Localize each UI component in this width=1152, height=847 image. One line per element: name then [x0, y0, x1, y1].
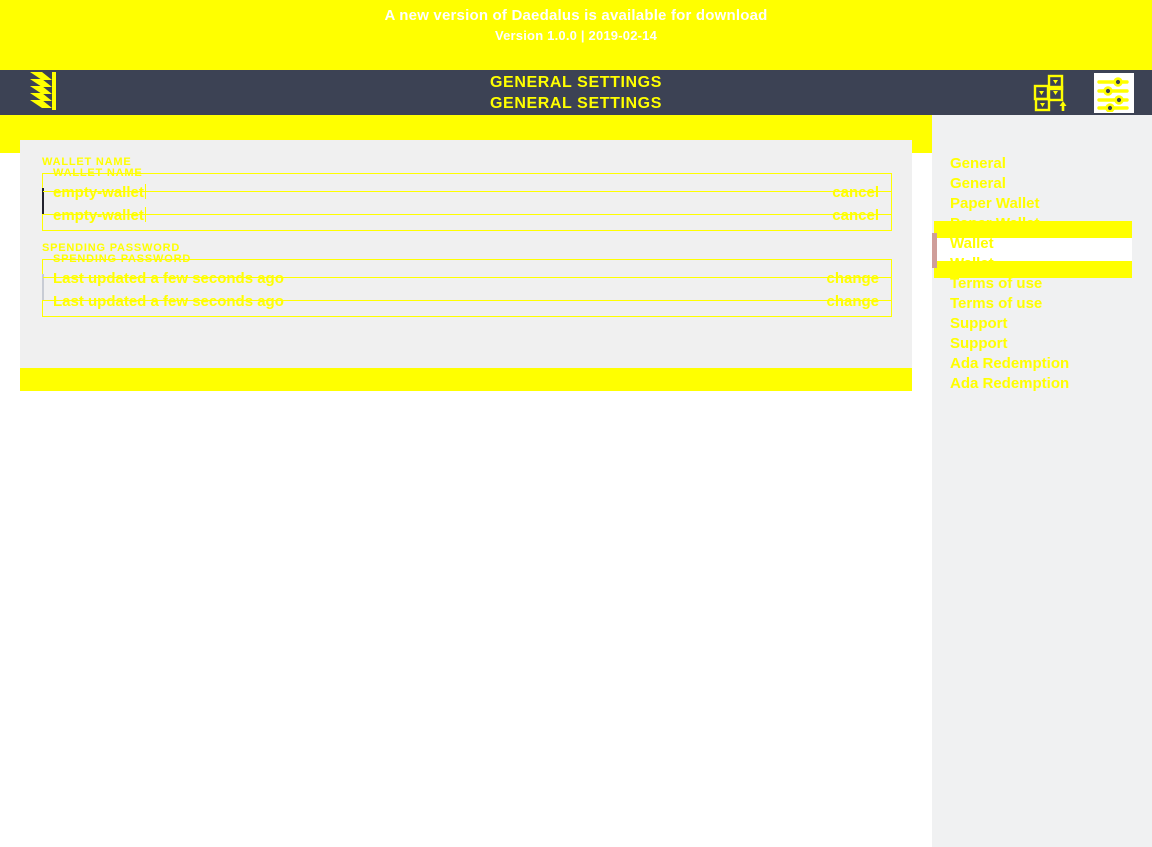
- sidebar-item-terms-of-use[interactable]: Terms of use Terms of use: [932, 273, 1152, 313]
- wallet-name-label-echo: WALLET NAME: [53, 167, 143, 179]
- page-title-echo: GENERAL SETTINGS: [490, 94, 662, 112]
- top-navigation-bar: GENERAL SETTINGS GENERAL SETTINGS: [0, 70, 1152, 115]
- wallet-name-rule-bottom: [43, 214, 891, 215]
- wallet-name-field-block: WALLET NAME WALLET NAME empty-wallet emp…: [42, 152, 892, 231]
- spending-password-change-button[interactable]: change: [826, 269, 879, 289]
- sidebar-item-ada-redemption-label-echo: Ada Redemption: [950, 375, 1070, 392]
- sidebar-item-wallet[interactable]: Wallet Wallet: [932, 221, 1152, 278]
- sidebar-item-support[interactable]: Support Support: [932, 313, 1152, 353]
- sidebar-item-terms-of-use-label: Terms of use: [950, 275, 1043, 292]
- wallet-name-cancel-button[interactable]: cancel: [832, 183, 879, 203]
- sidebar-item-wallet-label-echo: Wallet: [950, 255, 994, 272]
- topbar-icon-group: [1032, 70, 1134, 115]
- settings-panel: WALLET NAME WALLET NAME empty-wallet emp…: [20, 140, 912, 390]
- sidebar-active-accent-bar: [932, 233, 937, 268]
- page-title-group: GENERAL SETTINGS GENERAL SETTINGS: [0, 70, 1152, 115]
- settings-menu: General General Paper Wallet Paper Walle…: [932, 153, 1152, 393]
- news-banner-subline: Version 1.0.0 | 2019-02-14: [494, 28, 658, 43]
- wallet-name-input[interactable]: WALLET NAME empty-wallet empty-wallet ca…: [42, 167, 892, 231]
- app-root: A new version of Daedalus is available f…: [0, 0, 1152, 847]
- sidebar-item-support-label: Support: [950, 315, 1008, 332]
- news-banner[interactable]: A new version of Daedalus is available f…: [0, 0, 1152, 70]
- spending-password-change-button-echo[interactable]: change: [826, 292, 879, 312]
- spending-password-label-echo: SPENDING PASSWORD: [53, 253, 192, 265]
- page-title: GENERAL SETTINGS: [490, 73, 662, 91]
- sidebar-item-paper-wallet-label: Paper Wallet: [950, 195, 1040, 212]
- sidebar-item-general-label-echo: General: [950, 175, 1006, 192]
- spending-password-field-block: SPENDING PASSWORD SPENDING PASSWORD Last…: [42, 238, 892, 317]
- wallet-name-cancel-button-echo[interactable]: cancel: [832, 206, 879, 226]
- news-banner-headline: A new version of Daedalus is available f…: [384, 7, 768, 24]
- sidebar-item-terms-of-use-label-echo: Terms of use: [950, 295, 1043, 312]
- spending-password-value: Last updated a few seconds ago: [53, 270, 284, 287]
- sidebar-item-ada-redemption[interactable]: Ada Redemption Ada Redemption: [932, 353, 1152, 393]
- settings-sidebar: General General Paper Wallet Paper Walle…: [932, 115, 1152, 847]
- sidebar-item-general-label: General: [950, 155, 1006, 172]
- sidebar-item-general[interactable]: General General: [932, 153, 1152, 193]
- sidebar-item-ada-redemption-label: Ada Redemption: [950, 355, 1070, 372]
- wallet-name-value: empty-wallet: [53, 184, 146, 201]
- wallets-grid-icon[interactable]: [1032, 73, 1072, 113]
- sidebar-item-support-label-echo: Support: [950, 335, 1008, 352]
- spending-password-value-echo: Last updated a few seconds ago: [53, 293, 284, 310]
- sidebar-item-wallet-label: Wallet: [950, 235, 994, 252]
- wallet-name-value-echo: empty-wallet: [53, 207, 146, 224]
- wallet-name-label: WALLET NAME: [42, 156, 132, 168]
- content-bottom-bar: [20, 368, 912, 391]
- spending-password-row[interactable]: SPENDING PASSWORD Last updated a few sec…: [42, 253, 892, 317]
- settings-sliders-icon[interactable]: [1094, 72, 1134, 113]
- wallet-name-rule-top: [43, 191, 891, 192]
